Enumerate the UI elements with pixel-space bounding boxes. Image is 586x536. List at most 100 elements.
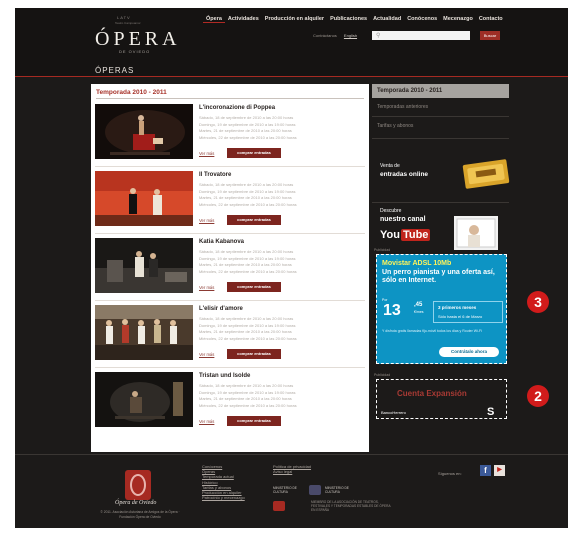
footer-link[interactable]: Aviso legal xyxy=(273,469,311,474)
opera-thumbnail[interactable] xyxy=(95,104,193,159)
nav-item-contacto[interactable]: Contacto xyxy=(476,16,506,23)
nav-item-opera[interactable]: Ópera xyxy=(203,16,225,23)
annotation-marker: 3 xyxy=(527,291,549,313)
site-logo[interactable]: ÓPERA xyxy=(95,28,181,51)
more-link[interactable]: Ver más xyxy=(199,352,214,357)
buy-tickets-button[interactable]: comprar entradas xyxy=(227,215,281,225)
ad-body: Un perro pianista y una oferta así, sólo… xyxy=(382,269,495,284)
association-logo-icon xyxy=(273,501,285,511)
buy-tickets-button[interactable]: comprar entradas xyxy=(227,148,281,158)
nav-item-publicaciones[interactable]: Publicaciones xyxy=(327,16,370,23)
bank-name: BancoHerrero xyxy=(381,410,406,415)
bank-logo: S xyxy=(487,406,495,418)
buy-tickets-button[interactable]: comprar entradas xyxy=(227,282,281,292)
ad-price: 13 xyxy=(383,302,401,319)
opera-dates: Sábado, 18 de septiembre de 2010 a las 2… xyxy=(199,249,364,275)
annotation-marker: 2 xyxy=(527,385,549,407)
youtube-icon[interactable]: ▶ xyxy=(494,465,505,476)
main-nav: Ópera Actividades Producción en alquiler… xyxy=(203,16,506,23)
nav-item-actualidad[interactable]: Actualidad xyxy=(370,16,404,23)
opera-item: Tristan und Isolde Sábado, 18 de septiem… xyxy=(95,372,365,436)
opera-title[interactable]: Tristan und Isolde xyxy=(199,373,250,379)
search-input[interactable] xyxy=(372,31,470,40)
facebook-icon[interactable]: f xyxy=(480,465,491,476)
opera-item: L'incoronazione di Poppea Sábado, 18 de … xyxy=(95,104,365,168)
footer-link[interactable]: Patrocinio y mecenazgo xyxy=(202,495,245,500)
nav-item-conocenos[interactable]: Conócenos xyxy=(404,16,440,23)
date-line: Miércoles, 22 de septiembre de 2010 a la… xyxy=(199,402,297,408)
opera-divider xyxy=(95,166,365,167)
top-links: Contráctanos English xyxy=(313,33,357,38)
opera-divider xyxy=(95,300,365,301)
date-line: Miércoles, 22 de septiembre de 2010 a la… xyxy=(199,201,297,207)
sidebar-item-current-season[interactable]: Temporada 2010 - 2011 xyxy=(372,84,509,98)
online-tickets-promo[interactable]: Venta de entradas online xyxy=(380,156,510,196)
opera-item: Katia Kabanova Sábado, 18 de septiembre … xyxy=(95,238,365,302)
ad-offer-line2: Sólo hasta el 6 de Marzo xyxy=(438,314,483,319)
opera-logo-icon xyxy=(130,474,146,496)
sidebar-item-rates[interactable]: Tarifas y abonos xyxy=(377,123,413,129)
youtube-you: You xyxy=(380,229,400,241)
footer-links-col1: Conócenos Óperas Temporada actual Histór… xyxy=(202,464,245,500)
opera-title[interactable]: Il Trovatore xyxy=(199,172,231,178)
ad-cta-button[interactable]: Contrátalo ahora xyxy=(439,347,499,357)
season-divider xyxy=(96,98,364,99)
bank-ad[interactable]: Cuenta Expansión BancoHerrero S xyxy=(376,379,507,419)
contact-link[interactable]: Contráctanos xyxy=(313,33,337,38)
nav-item-produccion[interactable]: Producción en alquiler xyxy=(262,16,327,23)
opera-item: Il Trovatore Sábado, 18 de septiembre de… xyxy=(95,171,365,235)
opera-title[interactable]: Katia Kabanova xyxy=(199,239,244,245)
nav-item-mecenazgo[interactable]: Mecenazgo xyxy=(440,16,476,23)
buy-tickets-button[interactable]: comprar entradas xyxy=(227,349,281,359)
ad-offer-box: 3 primeros meses Sólo hasta el 6 de Marz… xyxy=(433,301,503,323)
language-link[interactable]: English xyxy=(344,33,357,38)
sidebar-divider xyxy=(372,138,509,139)
association-text: MIEMBRO DE LA ASOCIACIÓN DE TEATROS, FES… xyxy=(311,500,391,513)
opera-title[interactable]: L'elisir d'amore xyxy=(199,306,243,312)
footer-brand: Ópera de Oviedo xyxy=(115,500,157,506)
opera-item: L'elisir d'amore Sábado, 18 de septiembr… xyxy=(95,305,365,369)
more-link[interactable]: Ver más xyxy=(199,419,214,424)
buy-tickets-button[interactable]: comprar entradas xyxy=(227,416,281,426)
sidebar-divider xyxy=(372,202,509,203)
tickets-icon xyxy=(462,159,510,189)
date-line: Miércoles, 22 de septiembre de 2010 a la… xyxy=(199,268,297,274)
ad-price-cents: ,45 xyxy=(414,302,423,308)
opera-list-panel: Temporada 2010 - 2011 L'incoronazione di… xyxy=(91,84,369,452)
search-button[interactable]: Buscar xyxy=(480,31,500,40)
movistar-ad[interactable]: Movistar ADSL 10Mb Un perro pianista y u… xyxy=(376,254,507,364)
page-title: ÓPERAS xyxy=(95,66,135,75)
ad-fine-print: Y disfruta gratis llamadas fijo-móvil to… xyxy=(382,329,482,333)
sidebar-item-past-seasons[interactable]: Temporadas anteriores xyxy=(377,104,428,110)
promo-channel-line1: Descubre xyxy=(380,208,402,214)
ad-label: Publicidad xyxy=(374,248,391,252)
ministry-badge: MINISTERIO DE CULTURA xyxy=(325,486,349,494)
more-link[interactable]: Ver más xyxy=(199,218,214,223)
opera-dates: Sábado, 18 de septiembre de 2010 a las 2… xyxy=(199,182,364,208)
youtube-tube: Tube xyxy=(400,229,431,241)
nav-item-actividades[interactable]: Actividades xyxy=(225,16,262,23)
opera-dates: Sábado, 18 de septiembre de 2010 a las 2… xyxy=(199,383,364,409)
search-icon: ⚲ xyxy=(376,33,381,39)
org-top-label: LATV xyxy=(117,15,131,20)
more-link[interactable]: Ver más xyxy=(199,285,214,290)
opera-thumbnail[interactable] xyxy=(95,238,193,293)
opera-dates: Sábado, 18 de septiembre de 2010 a las 2… xyxy=(199,115,364,141)
ad-label: Publicidad xyxy=(374,373,391,377)
opera-thumbnail[interactable] xyxy=(95,171,193,226)
org-sub-label: Teatro Campoamor xyxy=(115,21,141,25)
header-divider xyxy=(15,76,568,77)
footer-logo[interactable] xyxy=(125,470,151,500)
promo-tickets-line1: Venta de xyxy=(380,163,400,169)
youtube-logo: You Tube xyxy=(380,229,431,241)
sidebar-divider xyxy=(372,116,509,117)
opera-thumbnail[interactable] xyxy=(95,372,193,427)
opera-thumbnail[interactable] xyxy=(95,305,193,360)
promo-channel-line2: nuestro canal xyxy=(380,216,426,223)
page-frame: LATV Teatro Campoamor ÓPERA DE OVIEDO Óp… xyxy=(15,8,568,528)
footer-divider xyxy=(15,454,568,455)
opera-title[interactable]: L'incoronazione di Poppea xyxy=(199,105,275,111)
ad-price-unit: €/mes xyxy=(414,310,424,314)
more-link[interactable]: Ver más xyxy=(199,151,214,156)
opera-divider xyxy=(95,367,365,368)
